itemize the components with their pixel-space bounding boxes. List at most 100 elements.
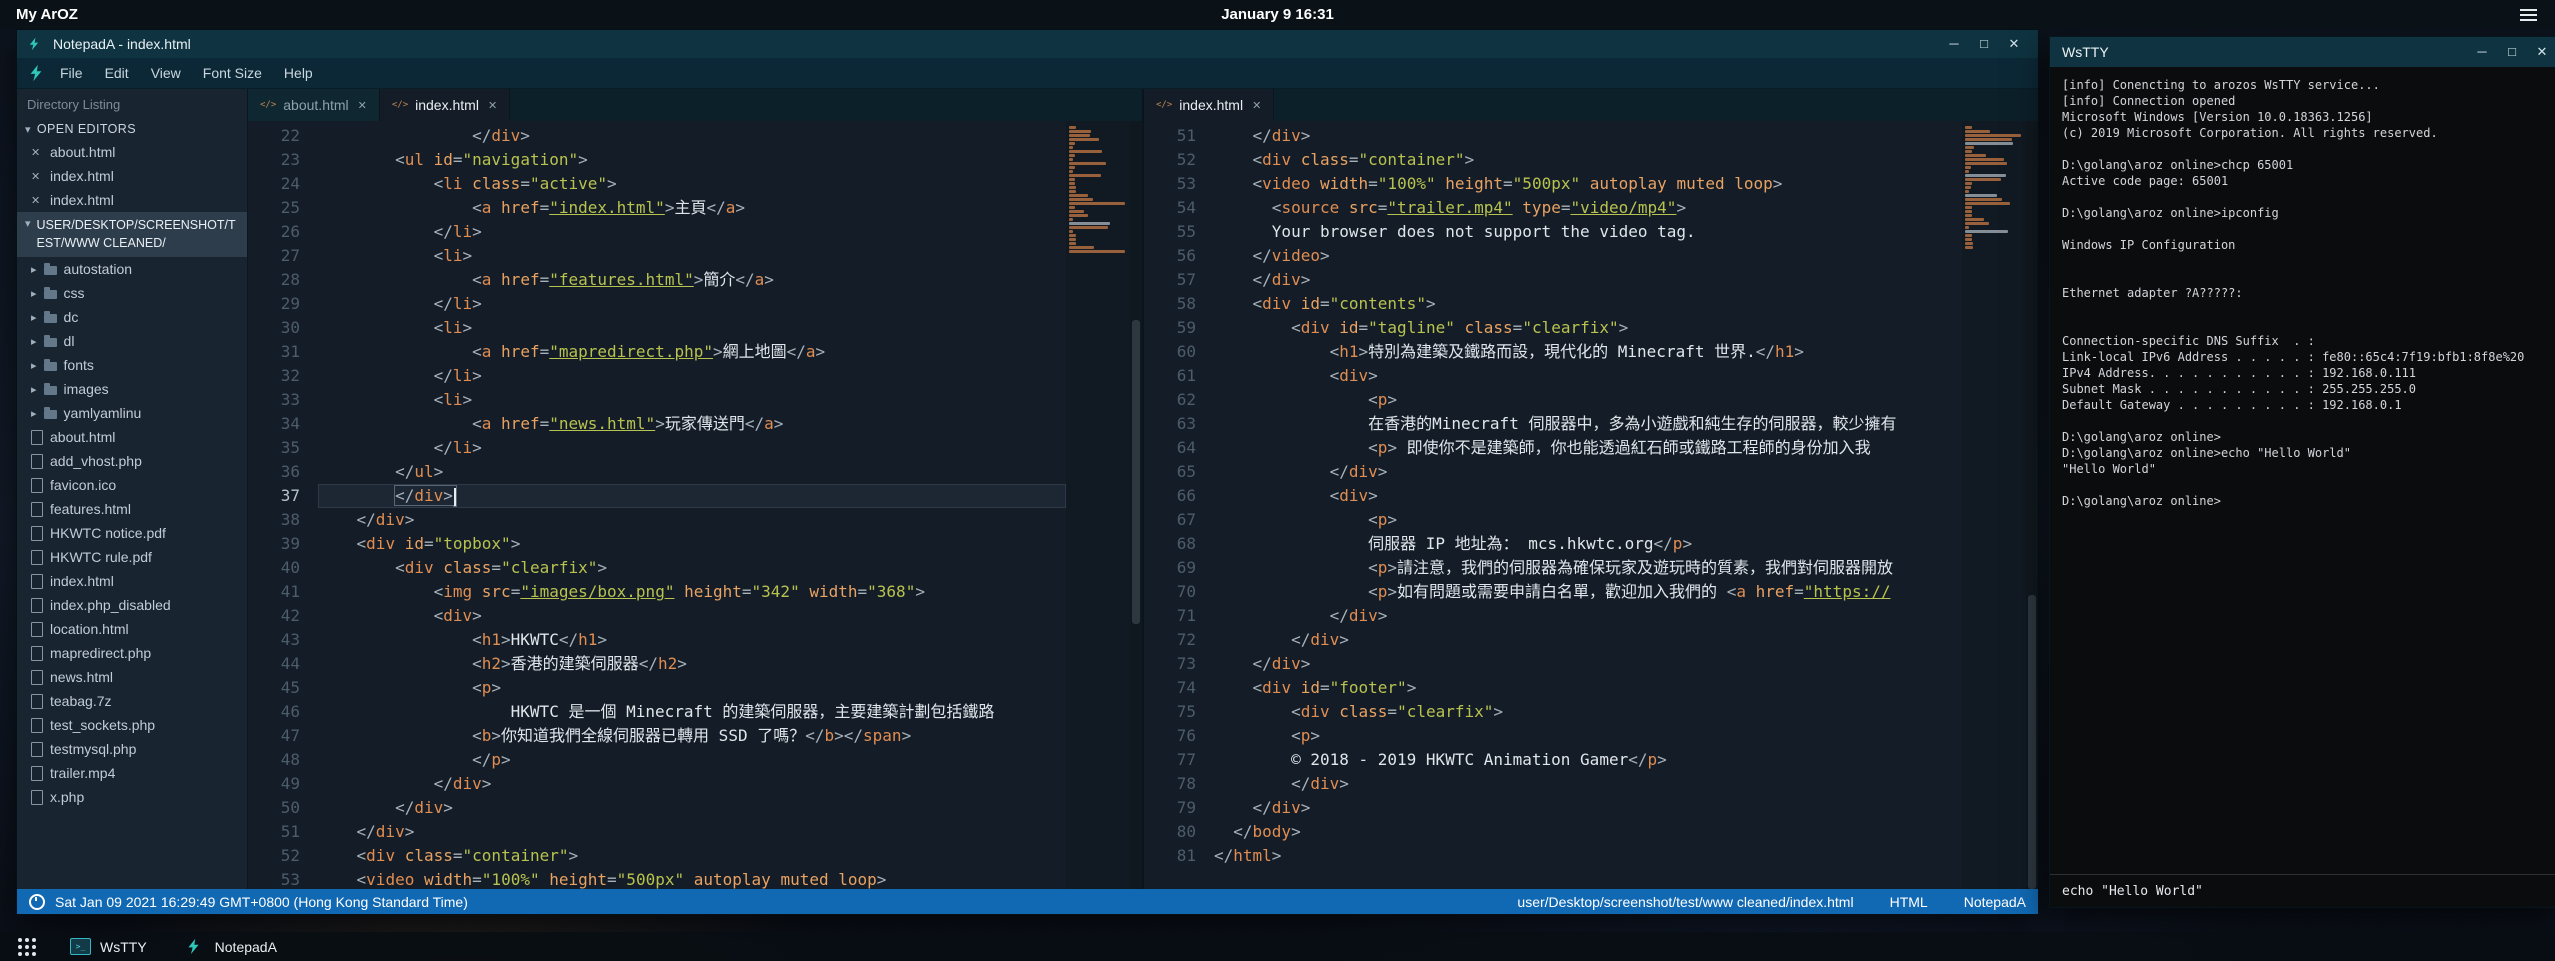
code-line[interactable]: </div> (1214, 796, 1962, 820)
sidebar-folder-item[interactable]: ▸css (17, 281, 247, 305)
line-number[interactable]: 71 (1144, 604, 1196, 628)
code-line[interactable]: </li> (318, 220, 1066, 244)
code-line[interactable]: <p> (1214, 508, 1962, 532)
line-number[interactable]: 26 (248, 220, 300, 244)
line-number[interactable]: 22 (248, 124, 300, 148)
maximize-button[interactable]: □ (1970, 30, 1998, 58)
code-line[interactable]: </div> (1214, 124, 1962, 148)
open-editor-item[interactable]: ✕index.html (17, 164, 247, 188)
close-tab-icon[interactable]: ✕ (1252, 99, 1261, 112)
line-number[interactable]: 66 (1144, 484, 1196, 508)
code-line[interactable]: </div> (318, 484, 1066, 508)
line-number[interactable]: 51 (248, 820, 300, 844)
line-number[interactable]: 41 (248, 580, 300, 604)
hamburger-menu-icon[interactable] (2520, 9, 2555, 21)
line-number[interactable]: 73 (1144, 652, 1196, 676)
code-line[interactable]: <p> 即使你不是建築師，你也能透過紅石師或鐵路工程師的身份加入我 (1214, 436, 1962, 460)
line-number[interactable]: 49 (248, 772, 300, 796)
line-number[interactable]: 76 (1144, 724, 1196, 748)
scrollbar-thumb[interactable] (1132, 320, 1140, 623)
code-line[interactable]: </div> (1214, 772, 1962, 796)
close-editor-icon[interactable]: ✕ (31, 194, 43, 207)
tab-index.html[interactable]: </>index.html✕ (1144, 89, 1274, 121)
statusbar-language[interactable]: HTML (1890, 894, 1928, 910)
code-line[interactable]: <li> (318, 316, 1066, 340)
line-number[interactable]: 23 (248, 148, 300, 172)
sidebar-file-item[interactable]: mapredirect.php (17, 641, 247, 665)
line-number[interactable]: 35 (248, 436, 300, 460)
wstty-titlebar[interactable]: WsTTY ─ □ ✕ (2050, 37, 2555, 67)
sidebar-folder-item[interactable]: ▸dl (17, 329, 247, 353)
line-number[interactable]: 25 (248, 196, 300, 220)
line-number[interactable]: 24 (248, 172, 300, 196)
code-line[interactable]: 在香港的Minecraft 伺服器中，多為小遊戲和純生存的伺服器，較少擁有 (1214, 412, 1962, 436)
code-line[interactable]: <h1>特別為建築及鐵路而設，現代化的 Minecraft 世界.</h1> (1214, 340, 1962, 364)
line-number[interactable]: 69 (1144, 556, 1196, 580)
code-line[interactable]: <source src="trailer.mp4" type="video/mp… (1214, 196, 1962, 220)
line-number[interactable]: 27 (248, 244, 300, 268)
sidebar-folder-item[interactable]: ▸images (17, 377, 247, 401)
code-line[interactable]: </div> (318, 820, 1066, 844)
line-number[interactable]: 43 (248, 628, 300, 652)
sidebar-folder-item[interactable]: ▸fonts (17, 353, 247, 377)
line-number[interactable]: 54 (1144, 196, 1196, 220)
line-number[interactable]: 59 (1144, 316, 1196, 340)
line-number[interactable]: 46 (248, 700, 300, 724)
sidebar-file-item[interactable]: index.php_disabled (17, 593, 247, 617)
line-number[interactable]: 62 (1144, 388, 1196, 412)
code-line[interactable]: <li> (318, 388, 1066, 412)
minimize-button[interactable]: ─ (2468, 38, 2496, 66)
code-line[interactable]: </video> (1214, 244, 1962, 268)
code-line[interactable]: <p> (318, 676, 1066, 700)
code-line[interactable]: <a href="index.html">主頁</a> (318, 196, 1066, 220)
line-number[interactable]: 68 (1144, 532, 1196, 556)
code-line[interactable]: <p>請注意，我們的伺服器為確保玩家及遊玩時的質素，我們對伺服器開放 (1214, 556, 1962, 580)
code-line[interactable]: </div> (318, 772, 1066, 796)
line-number[interactable]: 61 (1144, 364, 1196, 388)
code-line[interactable]: <b>你知道我們全線伺服器已轉用 SSD 了嗎？</b></span> (318, 724, 1066, 748)
code-line[interactable]: <li> (318, 244, 1066, 268)
line-number[interactable]: 48 (248, 748, 300, 772)
close-button[interactable]: ✕ (2000, 30, 2028, 58)
code-line[interactable]: </div> (318, 124, 1066, 148)
line-number[interactable]: 36 (248, 460, 300, 484)
code-line[interactable]: <div id="contents"> (1214, 292, 1962, 316)
sidebar-root-folder[interactable]: ▾USER/DESKTOP/SCREENSHOT/TEST/WWW CLEANE… (17, 212, 247, 257)
code-line[interactable]: </ul> (318, 460, 1066, 484)
menu-edit[interactable]: Edit (94, 61, 140, 85)
taskbar-item-notepada[interactable]: NotepadA (169, 932, 293, 961)
taskbar-item-wstty[interactable]: >_ WsTTY (54, 932, 163, 961)
code-line[interactable]: <div> (1214, 484, 1962, 508)
app-launcher-icon[interactable] (6, 938, 48, 956)
line-number[interactable]: 77 (1144, 748, 1196, 772)
code-line[interactable]: </p> (318, 748, 1066, 772)
vertical-scrollbar[interactable] (1130, 121, 1142, 889)
code-line[interactable]: <p> (1214, 388, 1962, 412)
line-number[interactable]: 38 (248, 508, 300, 532)
minimize-button[interactable]: ─ (1940, 30, 1968, 58)
code-line[interactable]: <h1>HKWTC</h1> (318, 628, 1066, 652)
sidebar-file-item[interactable]: HKWTC rule.pdf (17, 545, 247, 569)
menu-help[interactable]: Help (273, 61, 324, 85)
line-number[interactable]: 72 (1144, 628, 1196, 652)
close-button[interactable]: ✕ (2528, 38, 2555, 66)
line-number[interactable]: 37 (248, 484, 300, 508)
line-number[interactable]: 55 (1144, 220, 1196, 244)
code-line[interactable]: <h2>香港的建築伺服器</h2> (318, 652, 1066, 676)
code-line[interactable]: </html> (1214, 844, 1962, 868)
line-number[interactable]: 64 (1144, 436, 1196, 460)
line-number[interactable]: 45 (248, 676, 300, 700)
code-line[interactable]: <div id="topbox"> (318, 532, 1066, 556)
code-line[interactable]: <ul id="navigation"> (318, 148, 1066, 172)
line-number[interactable]: 80 (1144, 820, 1196, 844)
line-number[interactable]: 33 (248, 388, 300, 412)
code-line[interactable]: <a href="features.html">簡介</a> (318, 268, 1066, 292)
line-number[interactable]: 67 (1144, 508, 1196, 532)
code-line[interactable]: 伺服器 IP 地址為： mcs.hkwtc.org</p> (1214, 532, 1962, 556)
line-number[interactable]: 56 (1144, 244, 1196, 268)
code-line[interactable]: </div> (318, 796, 1066, 820)
line-number[interactable]: 58 (1144, 292, 1196, 316)
line-number[interactable]: 50 (248, 796, 300, 820)
terminal-input[interactable]: echo "Hello World" (2050, 874, 2555, 907)
vertical-scrollbar[interactable] (2026, 121, 2038, 889)
